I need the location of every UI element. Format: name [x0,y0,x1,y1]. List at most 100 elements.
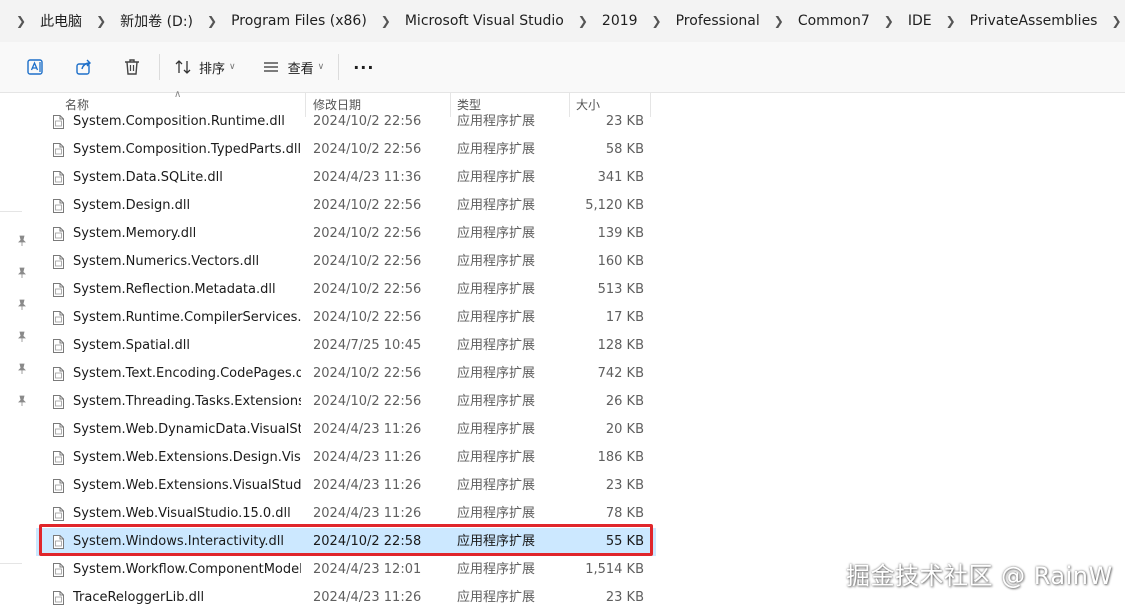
chevron-right-icon[interactable]: ❯ [1105,14,1125,28]
file-row[interactable]: System.Composition.Runtime.dll 2024/10/2 … [36,108,656,136]
chevron-right-icon[interactable]: ❯ [646,14,668,28]
dll-file-icon [53,339,64,353]
chevron-right-icon[interactable]: ❯ [10,14,32,28]
file-date-modified: 2024/7/25 10:45 [313,338,422,353]
file-name: System.Workflow.ComponentModel.dll [73,562,301,577]
pin-icon[interactable] [16,235,28,247]
file-type: 应用程序扩展 [457,254,536,269]
file-size: 23 KB [605,114,644,129]
breadcrumb-item-common7[interactable]: Common7 [790,13,878,29]
file-name: System.Web.Extensions.Design.Visual... [73,450,301,465]
file-type: 应用程序扩展 [457,170,536,185]
breadcrumb-item-microsoft-visual-studio[interactable]: Microsoft Visual Studio [397,13,572,29]
file-name: System.Memory.dll [73,226,197,241]
breadcrumb: ❯ 此电脑 ❯ 新加卷 (D:) ❯ Program Files (x86) ❯… [0,0,1125,42]
file-name: System.Web.DynamicData.VisualStudi... [73,422,301,437]
file-list: ∧ 名称 修改日期 类型 大小 System.Composition.Runti… [36,89,656,605]
file-row[interactable]: System.Data.SQLite.dll 2024/4/23 11:36 应用程… [36,164,656,192]
file-name: System.Reflection.Metadata.dll [73,282,276,297]
file-size: 23 KB [605,478,644,493]
file-date-modified: 2024/10/2 22:56 [313,198,422,213]
delete-icon[interactable] [121,56,143,78]
more-options-button[interactable]: ··· [353,58,374,77]
view-button[interactable]: 查看 ∨ [262,58,324,77]
file-row[interactable]: System.Reflection.Metadata.dll 2024/10/2 … [36,276,656,304]
navigation-pane [0,93,32,603]
file-row[interactable]: TraceReloggerLib.dll 2024/4/23 11:26 应用程序扩… [36,584,656,612]
file-size: 341 KB [597,170,644,185]
watermark: 掘金技术社区 @ RainW [846,562,1113,590]
file-row[interactable]: System.Memory.dll 2024/10/2 22:56 应用程序扩展 13… [36,220,656,248]
breadcrumb-item-drive-d[interactable]: 新加卷 (D:) [112,11,201,31]
chevron-right-icon[interactable]: ❯ [90,14,112,28]
file-row[interactable]: System.Runtime.CompilerServices.Un... 202… [36,304,656,332]
share-icon[interactable] [73,56,95,78]
file-row[interactable]: System.Numerics.Vectors.dll 2024/10/2 22:… [36,248,656,276]
file-row[interactable]: System.Spatial.dll 2024/7/25 10:45 应用程序扩展 1… [36,332,656,360]
file-date-modified: 2024/10/2 22:56 [313,114,422,129]
dll-file-icon [53,143,64,157]
file-row[interactable]: System.Threading.Tasks.Extensions.dll 202… [36,388,656,416]
file-row[interactable]: System.Web.Extensions.VisualStudio.... 20… [36,472,656,500]
chevron-right-icon[interactable]: ❯ [375,14,397,28]
dll-file-icon [53,171,64,185]
file-name: System.Web.VisualStudio.15.0.dll [73,506,291,521]
dll-file-icon [53,227,64,241]
file-type: 应用程序扩展 [457,114,536,129]
file-row[interactable]: System.Text.Encoding.CodePages.dll 2024/1… [36,360,656,388]
file-row[interactable]: System.Web.Extensions.Design.Visual... 20… [36,444,656,472]
sort-ascending-icon: ∧ [174,89,182,100]
command-bar: 排序 ∨ 查看 ∨ ··· [0,42,1125,93]
file-date-modified: 2024/10/2 22:56 [313,394,422,409]
pin-icon[interactable] [16,395,28,407]
breadcrumb-item-ide[interactable]: IDE [900,13,940,29]
file-row-selected[interactable]: System.Windows.Interactivity.dll 2024/10/… [36,528,656,556]
file-size: 78 KB [605,506,644,521]
rename-icon[interactable] [25,56,47,78]
file-date-modified: 2024/4/23 11:26 [313,478,422,493]
pin-icon[interactable] [16,331,28,343]
chevron-right-icon[interactable]: ❯ [572,14,594,28]
file-date-modified: 2024/10/2 22:56 [313,282,422,297]
file-name: System.Numerics.Vectors.dll [73,254,260,269]
sort-icon [175,60,191,74]
file-type: 应用程序扩展 [457,422,536,437]
breadcrumb-item-privateassemblies[interactable]: PrivateAssemblies [962,13,1106,29]
pin-icon[interactable] [16,363,28,375]
file-row[interactable]: System.Web.DynamicData.VisualStudi... 202… [36,416,656,444]
file-name: System.Runtime.CompilerServices.Un... [73,310,301,325]
file-type: 应用程序扩展 [457,310,536,325]
dll-file-icon [53,367,64,381]
file-type: 应用程序扩展 [457,562,536,577]
breadcrumb-item-2019[interactable]: 2019 [594,13,646,29]
file-row[interactable]: System.Workflow.ComponentModel.dll 2024/4… [36,556,656,584]
file-name: System.Design.dll [73,198,191,213]
breadcrumb-item-program-files-x86[interactable]: Program Files (x86) [223,13,375,29]
file-date-modified: 2024/4/23 11:36 [313,170,422,185]
pin-icon[interactable] [16,299,28,311]
pin-icon[interactable] [16,267,28,279]
file-row[interactable]: System.Web.VisualStudio.15.0.dll 2024/4/2… [36,500,656,528]
sort-button[interactable]: 排序 ∨ [174,58,236,77]
file-row[interactable]: System.Composition.TypedParts.dll 2024/10… [36,136,656,164]
file-type: 应用程序扩展 [457,366,536,381]
sort-label: 排序 [199,61,226,77]
chevron-right-icon[interactable]: ❯ [201,14,223,28]
file-type: 应用程序扩展 [457,506,536,521]
file-size: 128 KB [597,338,644,353]
file-size: 742 KB [597,366,644,381]
chevron-right-icon[interactable]: ❯ [940,14,962,28]
file-size: 513 KB [597,282,644,297]
file-type: 应用程序扩展 [457,198,536,213]
file-row[interactable]: System.Design.dll 2024/10/2 22:56 应用程序扩展 5,… [36,192,656,220]
file-date-modified: 2024/10/2 22:56 [313,142,422,157]
dll-file-icon [53,507,64,521]
breadcrumb-item-professional[interactable]: Professional [668,13,768,29]
chevron-right-icon[interactable]: ❯ [878,14,900,28]
file-type: 应用程序扩展 [457,282,536,297]
dll-file-icon [53,479,64,493]
file-name: System.Threading.Tasks.Extensions.dll [73,394,301,409]
breadcrumb-item-this-pc[interactable]: 此电脑 [32,11,90,31]
chevron-right-icon[interactable]: ❯ [768,14,790,28]
chevron-down-icon: ∨ [229,62,236,72]
